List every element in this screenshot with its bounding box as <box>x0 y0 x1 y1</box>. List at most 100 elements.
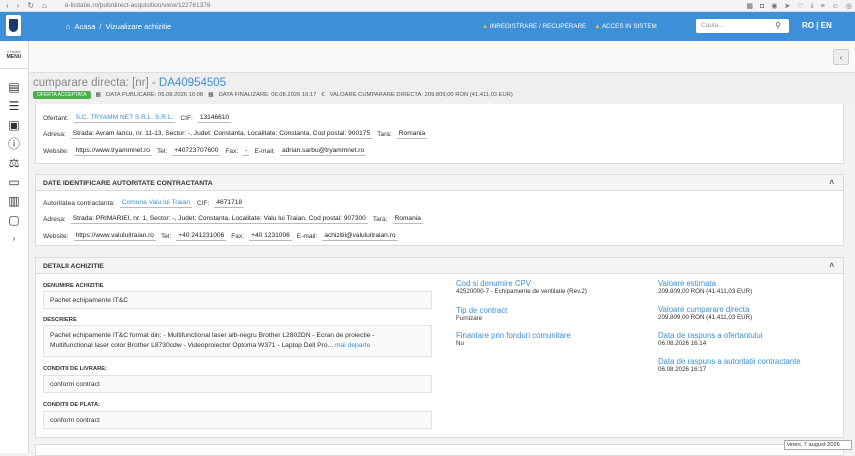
browser-nav-icons[interactable]: ‹›↻⌂ <box>6 1 55 10</box>
payment-value: conform contract <box>43 411 432 429</box>
menu-label: MENU <box>6 53 22 60</box>
site-logo[interactable] <box>6 15 21 36</box>
authority-website-value: https://www.valuluitraian.ro <box>73 232 156 241</box>
acquisition-code: DA40954505 <box>158 77 227 89</box>
direct-value-value: 209.809,00 RON (41.411,03 EUR) <box>658 314 753 321</box>
warning-icon: ▲ <box>482 23 489 30</box>
breadcrumb: ⌂ Acasa / Vizualizare achizitie <box>66 22 171 31</box>
authority-address-value: Strada: PRIMARIEI, nr. 1, Sector: -, Jud… <box>70 215 368 224</box>
ofertant-contact-row: Website: https://www.tryammnet.ro Tel: +… <box>43 146 367 156</box>
download-icon[interactable]: ⤓ <box>811 2 814 10</box>
list-icon[interactable]: ≡ <box>821 3 825 10</box>
acquisition-header: cumparare directa: [nr] - DA40954505 OFE… <box>29 73 855 104</box>
authority-link[interactable]: Comuna Valu lui Traian <box>119 198 192 208</box>
details-panel-header[interactable]: DETALII ACHIZITIE ˄ <box>36 258 843 274</box>
cpv-block: Cod si denumire CPV 42520000-7 - Echipam… <box>456 279 587 295</box>
address-label: Adresa: <box>43 130 66 138</box>
home-icon[interactable]: ⌂ <box>66 22 71 31</box>
sidebar: e-licitatie MENU ▤ ☰ ▣ ⓘ ⚖ ▭ ▥ ▢ › <box>0 41 29 453</box>
shield-logo-icon <box>9 19 18 32</box>
authority-title: DATE IDENTIFICARE AUTORITATE CONTRACTANT… <box>43 180 213 187</box>
direct-value-title: Valoare cumparare directa <box>658 305 750 314</box>
tel-label: Tel: <box>156 147 168 155</box>
collapse-button[interactable]: ‹ <box>833 49 849 65</box>
menu-button[interactable]: e-licitatie MENU <box>0 41 28 69</box>
search-icon[interactable]: ⚲ <box>775 21 781 30</box>
browser-tools: ▦ ◘ ◉ ➤ ♡ ⤓ ≡ ☺ ◎ <box>746 0 855 12</box>
authority-reply-title: Data de raspuns a autoritatii contractan… <box>658 357 801 366</box>
document-icon[interactable]: ▤ <box>0 77 28 96</box>
authority-cif-label: CIF: <box>196 199 210 207</box>
chevron-up-icon[interactable]: ˄ <box>829 261 834 270</box>
page-title: cumparare directa: [nr] - DA40954505 <box>33 77 227 89</box>
list-doc-icon[interactable]: ☰ <box>0 96 28 115</box>
authority-fax-value: +40 1231006 <box>249 232 292 241</box>
send-icon[interactable]: ➤ <box>784 2 790 10</box>
extensions-icon[interactable]: ◎ <box>846 2 852 10</box>
qr-icon[interactable]: ▦ <box>746 2 753 10</box>
publish-date: DATA PUBLICARE: 06.08.2026 16:08 <box>106 92 204 98</box>
estimated-value: 209.809,00 RON (41.411,03 EUR) <box>658 288 753 295</box>
authority-email-value: achizitii@valuluitraian.ro <box>322 232 398 241</box>
acq-name-value: Pachet echipamente IT&C <box>43 291 432 309</box>
status-badge: OFERTA ACCEPTATA <box>33 91 91 99</box>
briefcase-icon[interactable]: ▣ <box>0 115 28 134</box>
breadcrumb-home[interactable]: Acasa <box>75 22 96 31</box>
breadcrumb-current: Vizualizare achizitie <box>105 22 172 31</box>
language-switch[interactable]: RO | EN <box>802 21 832 30</box>
ofertant-row: Ofertant: S.C. TRYAMM NET S.R.L. S.R.L. … <box>43 113 232 123</box>
chevron-left-icon: ‹ <box>839 52 843 62</box>
ofertant-panel: Ofertant: S.C. TRYAMM NET S.R.L. S.R.L. … <box>35 104 844 164</box>
help-icon[interactable]: ⓘ <box>0 134 28 153</box>
chevron-up-icon[interactable]: ˄ <box>829 178 834 187</box>
date-tooltip: vineri, 7 august 2026 <box>784 440 852 450</box>
monitor-icon[interactable]: ▥ <box>0 191 28 210</box>
description-box: Pachet echipamente IT&C format din: - Mu… <box>43 325 432 357</box>
description-label: DESCRIERE <box>43 317 77 323</box>
shield-icon[interactable]: ◉ <box>771 2 777 10</box>
offer-reply-title: Data de raspuns a ofertantului <box>658 331 763 340</box>
calendar-icon: ▦ <box>95 92 102 98</box>
warning-icon: ▲ <box>594 23 601 30</box>
authority-cif-value: 4671718 <box>214 199 245 208</box>
authority-panel-header[interactable]: DATE IDENTIFICARE AUTORITATE CONTRACTANT… <box>36 175 843 191</box>
auth-links: ▲ INREGISTRARE / RECUPERARE ▲ ACCES IN S… <box>482 23 657 30</box>
ofertant-address-row: Adresa: Strada: Avram Iancu, nr. 11-13, … <box>43 129 428 139</box>
breadcrumb-separator: / <box>99 22 102 31</box>
offer-reply-value: 06.08.2026 16:14 <box>658 340 707 347</box>
authority-tel-value: +40 241231006 <box>176 232 227 241</box>
authority-contact-row: Website: https://www.valuluitraian.ro Te… <box>43 231 398 241</box>
camera-icon[interactable]: ◘ <box>760 3 764 10</box>
acquisition-meta: OFERTA ACCEPTATA ▦ DATA PUBLICARE: 06.08.… <box>33 91 513 99</box>
chat-icon[interactable]: ▢ <box>0 210 28 229</box>
read-more-link[interactable]: mai departe <box>335 342 370 349</box>
gavel-icon[interactable]: ⚖ <box>0 153 28 172</box>
heart-icon[interactable]: ♡ <box>797 2 803 10</box>
next-panel <box>35 444 844 456</box>
register-link[interactable]: ▲ INREGISTRARE / RECUPERARE <box>482 23 586 30</box>
account-icon[interactable]: ☺ <box>832 3 839 10</box>
cif-label: CIF: <box>180 114 193 122</box>
details-title: DETALII ACHIZITIE <box>43 263 104 270</box>
acq-name-label: DENUMIRE ACHIZITIE <box>43 283 104 289</box>
estimated-block: Valoare estimata 209.809,00 RON (41.411,… <box>658 279 752 295</box>
browser-toolbar: ‹›↻⌂ e-licitatie.ro/pub/direct-acquisiti… <box>0 0 855 12</box>
finalize-date: DATA FINALIZARE: 06.08.2026 16:17 <box>218 92 317 98</box>
address-bar[interactable]: e-licitatie.ro/pub/direct-acquisition/vi… <box>65 2 211 9</box>
ofertant-link[interactable]: S.C. TRYAMM NET S.R.L. S.R.L. <box>73 113 176 123</box>
authority-address-label: Adresa: <box>43 215 66 223</box>
authority-country-value: Romania <box>392 215 423 224</box>
offer-reply-block: Data de raspuns a ofertantului 06.08.202… <box>658 331 762 347</box>
details-panel: DETALII ACHIZITIE ˄ DENUMIRE ACHIZITIE P… <box>35 257 844 438</box>
search-input[interactable]: Cauta... ⚲ <box>696 19 789 33</box>
ai-icon[interactable]: ▭ <box>0 172 28 191</box>
login-link[interactable]: ▲ ACCES IN SISTEM <box>594 23 657 30</box>
expand-icon[interactable]: › <box>0 229 28 248</box>
authority-fax-label: Fax: <box>231 232 245 240</box>
email-value: adrian.sarbu@tryammnet.ro <box>279 147 367 156</box>
top-navbar: ⌂ Acasa / Vizualizare achizitie ▲ INREGI… <box>0 12 855 41</box>
website-label: Website: <box>43 147 69 155</box>
cif-value: 13146610 <box>197 114 232 123</box>
authority-tel-label: Tel: <box>160 232 172 240</box>
euro-icon: € <box>321 92 325 98</box>
